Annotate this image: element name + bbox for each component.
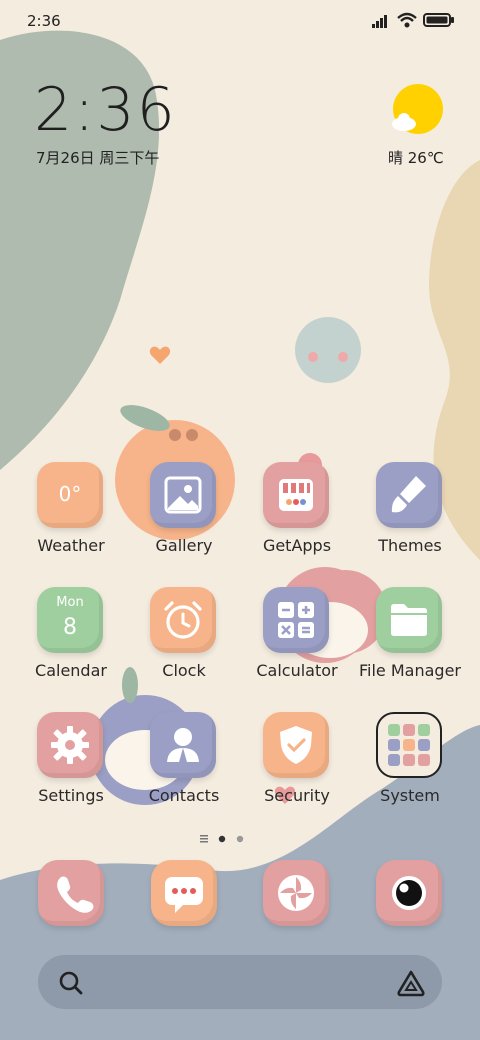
sun-cloud-icon[interactable] <box>390 84 446 136</box>
app-gallery[interactable]: Gallery <box>128 462 240 562</box>
battery-icon <box>423 13 454 27</box>
search-bar[interactable] <box>38 955 442 1009</box>
phone-icon <box>57 876 94 913</box>
settings-app-icon[interactable] <box>37 712 103 778</box>
app-security[interactable]: Security <box>241 712 353 812</box>
app-label: Themes <box>378 536 442 555</box>
message-icon <box>165 877 203 913</box>
contacts-person-icon <box>167 728 199 762</box>
contacts-app-icon[interactable] <box>150 712 216 778</box>
app-clock[interactable]: Clock <box>128 587 240 687</box>
system-app-icon[interactable] <box>376 712 442 778</box>
gallery-app-icon[interactable] <box>150 462 216 528</box>
calculator-icon <box>278 602 314 638</box>
gear-icon <box>51 726 89 764</box>
file-manager-app-icon[interactable] <box>376 587 442 653</box>
app-settings[interactable]: Settings <box>15 712 127 812</box>
signal-icon <box>372 15 387 28</box>
weather-app-icon[interactable]: 0° <box>37 462 103 528</box>
calendar-day-name: Mon <box>56 595 84 610</box>
app-label: System <box>380 786 440 805</box>
clock-app-icon[interactable] <box>150 587 216 653</box>
app-file-manager[interactable]: File Manager <box>354 587 466 687</box>
app-calculator[interactable]: Calculator <box>241 587 353 687</box>
security-app-icon[interactable] <box>263 712 329 778</box>
dock-browser[interactable] <box>263 860 329 926</box>
dock-phone[interactable] <box>38 860 104 926</box>
status-time: 2:36 <box>27 12 61 30</box>
page-indicator-dots <box>200 835 244 843</box>
store-icon <box>279 479 313 511</box>
camera-icon <box>392 876 426 910</box>
themes-app-icon[interactable] <box>376 462 442 528</box>
app-contacts[interactable]: Contacts <box>128 712 240 812</box>
dock-messages[interactable] <box>151 860 217 926</box>
system-folder-icon <box>376 712 442 778</box>
getapps-app-icon[interactable] <box>263 462 329 528</box>
calendar-day-number: 8 <box>63 615 77 640</box>
wifi-icon <box>397 12 417 28</box>
app-label: File Manager <box>359 661 461 680</box>
status-bar: 2:36 <box>0 0 480 40</box>
search-icon <box>59 971 83 995</box>
app-system[interactable]: System <box>354 712 466 812</box>
shield-icon <box>280 726 312 764</box>
calculator-app-icon[interactable] <box>263 587 329 653</box>
aperture-icon <box>278 875 314 911</box>
alarm-clock-icon <box>164 601 202 639</box>
page-indicator[interactable] <box>200 830 250 843</box>
folder-icon <box>391 604 427 636</box>
image-icon <box>164 476 202 514</box>
app-calendar[interactable]: Mon 8 Calendar <box>15 587 127 687</box>
app-themes[interactable]: Themes <box>354 462 466 562</box>
clock-widget-time[interactable]: 2:36 <box>34 78 177 142</box>
app-weather[interactable]: 0° Weather <box>15 462 127 562</box>
app-getapps[interactable]: GetApps <box>241 462 353 562</box>
brush-icon <box>391 476 426 513</box>
clock-widget-date: 7月26日 周三下午 <box>36 149 160 167</box>
weather-app-temp: 0° <box>58 482 82 506</box>
weather-widget-text: 晴 26℃ <box>388 149 444 167</box>
assistant-icon[interactable] <box>396 969 426 997</box>
calendar-app-icon[interactable]: Mon 8 <box>37 587 103 653</box>
dock-camera[interactable] <box>376 860 442 926</box>
